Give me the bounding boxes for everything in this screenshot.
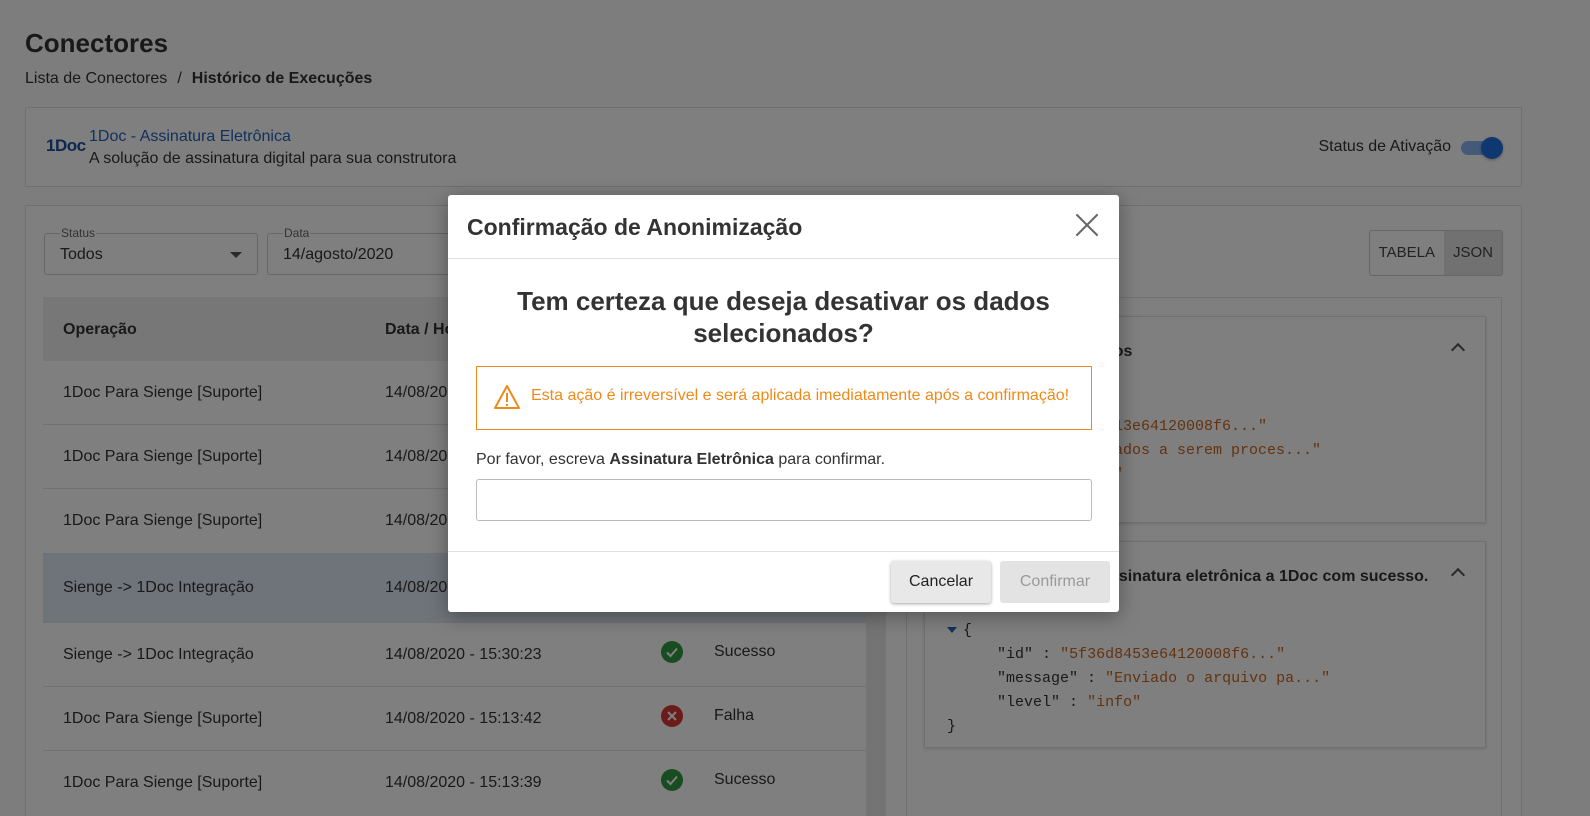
close-icon[interactable] [1073, 211, 1101, 239]
modal-footer-divider [448, 551, 1119, 552]
anonymization-confirm-dialog: Confirmação de Anonimização Tem certeza … [448, 195, 1119, 612]
warning-icon [494, 385, 520, 409]
warning-text: Esta ação é irreversível e será aplicada… [531, 387, 1070, 404]
warning-alert: Esta ação é irreversível e será aplicada… [476, 366, 1092, 430]
cancel-button[interactable]: Cancelar [891, 561, 991, 603]
confirm-instruction-after: para confirmar. [778, 451, 886, 468]
confirm-button[interactable]: Confirmar [1000, 561, 1110, 603]
modal-question: Tem certeza que deseja desativar os dado… [517, 286, 1050, 348]
confirm-keyword: Assinatura Eletrônica [609, 451, 774, 468]
confirm-instruction: Por favor, escreva Assinatura Eletrônica… [476, 451, 885, 469]
confirm-instruction-before: Por favor, escreva [476, 451, 605, 468]
modal-header-divider [448, 258, 1119, 259]
confirm-text-input[interactable] [476, 479, 1092, 521]
modal-title: Confirmação de Anonimização [467, 214, 803, 240]
